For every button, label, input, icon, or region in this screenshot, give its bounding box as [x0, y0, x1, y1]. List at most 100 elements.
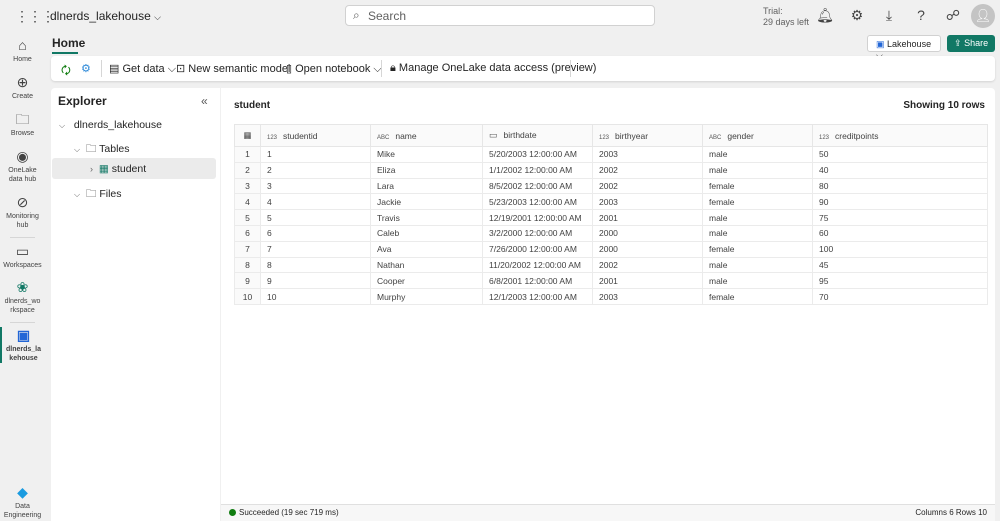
status-text: Succeeded (19 sec 719 ms) [239, 508, 339, 517]
table-cell: 5 [260, 209, 371, 226]
open-notebook-button[interactable]: ▯ Open notebook ⌵ [286, 62, 382, 76]
rail-item-create[interactable]: ⊕ Create [0, 74, 45, 101]
feedback-icon[interactable]: ☍ [944, 7, 962, 24]
table-cell: 12/1/2003 12:00:00 AM [482, 288, 593, 305]
manage-access-button[interactable]: 🔒︎ Manage OneLake data access (preview) [390, 62, 596, 75]
notebook-icon: ▯ [286, 63, 293, 75]
table-cell: male [702, 146, 813, 163]
folder-icon: 🗀 [85, 143, 97, 155]
lakehouse-dropdown[interactable]: ▣ Lakehouse ⌵ [867, 35, 941, 60]
table-cell: 2001 [592, 272, 703, 290]
chevron-down-icon: ⌵ [74, 190, 81, 199]
share-button[interactable]: ⇪ Share [947, 35, 995, 52]
table-cell: 8/5/2002 12:00:00 AM [482, 177, 593, 195]
column-header-creditpoints[interactable]: 123 creditpoints [812, 124, 988, 147]
divider [570, 60, 571, 77]
search-input[interactable]: ⌕ Search [345, 5, 655, 26]
table-row: 8 8 Nathan 11/20/2002 12:00:00 AM 2002 male 45 [234, 256, 988, 274]
explorer-title: Explorer [58, 94, 107, 108]
settings-icon[interactable]: ⚙ [81, 62, 91, 75]
collapse-icon[interactable]: « [201, 94, 208, 108]
tree-item-lakehouse[interactable]: ⌵ dlnerds_lakehouse [59, 119, 162, 131]
rail-label: Create [11, 93, 33, 100]
tab-home[interactable]: Home [52, 36, 85, 50]
column-name: gender [727, 130, 754, 141]
share-label: Share [964, 38, 989, 48]
data-table: ▦ 123 studentid ABC name ▭ birthdate 123 birthye… [234, 124, 988, 305]
table-cell: 7 [260, 240, 371, 258]
trial-label: Trial: [763, 6, 783, 16]
rail-label: OneLake data hub [8, 167, 37, 183]
table-row: 2 2 Eliza 1/1/2002 12:00:00 AM 2002 male 40 [234, 161, 988, 179]
column-header-studentid[interactable]: 123 studentid [260, 124, 371, 147]
rail-label: Workspaces [3, 262, 42, 269]
table-cell: 80 [812, 177, 988, 195]
tree-item-files[interactable]: ⌵ 🗀 Files [74, 186, 122, 204]
table-cell: Ava [370, 240, 483, 258]
rail-item-monitoring[interactable]: ⊘ Monitoring hub [0, 194, 45, 230]
table-cell: 6 [260, 224, 371, 242]
column-header-birthyear[interactable]: 123 birthyear [592, 124, 703, 147]
get-data-button[interactable]: ▤ Get data ⌵ [109, 62, 176, 76]
table-summary: Columns 6 Rows 10 [915, 508, 987, 517]
item-switcher[interactable]: dlnerds_lakehouse ⌵ [50, 9, 161, 23]
avatar[interactable]: 👤︎ [971, 4, 995, 28]
top-bar: ⋮⋮⋮ dlnerds_lakehouse ⌵ ⌕ Search Trial: 29… [0, 0, 1000, 31]
table-cell: 2003 [592, 193, 703, 211]
column-header-gender[interactable]: ABC gender [702, 124, 813, 147]
table-cell: Cooper [370, 272, 483, 290]
table-cell: 3 [260, 177, 371, 195]
rail-item-onelake[interactable]: ◉ OneLake data hub [0, 148, 45, 184]
rail-item-browse[interactable]: 🗀 Browse [0, 111, 45, 138]
table-row: 9 9 Cooper 6/8/2001 12:00:00 AM 2001 male 95 [234, 272, 988, 290]
trial-status: Trial: 29 days left [763, 6, 809, 28]
column-header-name[interactable]: ABC name [370, 124, 483, 147]
gear-icon[interactable]: ⚙ [848, 7, 866, 24]
table-cell: 10 [260, 288, 371, 305]
select-all-icon[interactable]: ▦ [234, 124, 261, 147]
refresh-icon[interactable]: 🗘 [61, 62, 71, 81]
row-number: 5 [234, 209, 261, 226]
row-number: 7 [234, 240, 261, 258]
folder-icon: 🗀 [85, 188, 97, 200]
table-cell: 7/26/2000 12:00:00 AM [482, 240, 593, 258]
row-number: 2 [234, 161, 261, 179]
table-cell: Caleb [370, 224, 483, 242]
rail-label: dlnerds_lakehouse [5, 346, 41, 362]
help-icon[interactable]: ? [912, 7, 930, 23]
tree-item-student[interactable]: › ▦ student [52, 158, 216, 179]
divider [10, 322, 35, 323]
rail-item-lakehouse[interactable]: ▣ dlnerds_lakehouse [0, 327, 45, 363]
column-header-birthdate[interactable]: ▭ birthdate [482, 124, 593, 147]
search-icon: ⌕ [353, 8, 360, 22]
table-cell: Nathan [370, 256, 483, 274]
tree-item-tables[interactable]: ⌵ 🗀 Tables [74, 141, 130, 159]
rail-item-home[interactable]: ⌂ Home [0, 37, 45, 64]
lakehouse-icon: ▣ [16, 327, 31, 343]
rail-item-data-engineering[interactable]: ◆ Data Engineering [0, 484, 45, 520]
table-cell: 45 [812, 256, 988, 274]
table-cell: 2000 [592, 240, 703, 258]
download-icon[interactable]: ⤓ [880, 7, 898, 24]
table-cell: 1/1/2002 12:00:00 AM [482, 161, 593, 179]
table-row: 7 7 Ava 7/26/2000 12:00:00 AM 2000 female 100 [234, 240, 988, 258]
rail-item-workspaces[interactable]: ▭ Workspaces [0, 243, 45, 270]
row-number: 8 [234, 256, 261, 274]
label: dlnerds_lakehouse [73, 119, 162, 131]
table-cell: 95 [812, 272, 988, 290]
table-cell: Lara [370, 177, 483, 195]
table-title: student [234, 100, 271, 111]
onelake-icon: ◉ [16, 148, 29, 164]
divider [381, 60, 382, 77]
table-cell: 40 [812, 161, 988, 179]
new-semantic-model-button[interactable]: ⊡ New semantic model [176, 62, 290, 75]
trial-days: 29 days left [763, 17, 810, 27]
bell-icon[interactable]: 🔔︎ [816, 7, 834, 24]
rail-item-workspace[interactable]: ❀ dlnerds_workspace [0, 279, 45, 315]
column-name: name [395, 130, 417, 141]
semantic-model-icon: ⊡ [176, 63, 186, 75]
text-type-icon: ABC [709, 134, 722, 141]
row-number: 3 [234, 177, 261, 195]
app-launcher-icon[interactable]: ⋮⋮⋮ [15, 8, 55, 25]
table-cell: male [702, 209, 813, 226]
